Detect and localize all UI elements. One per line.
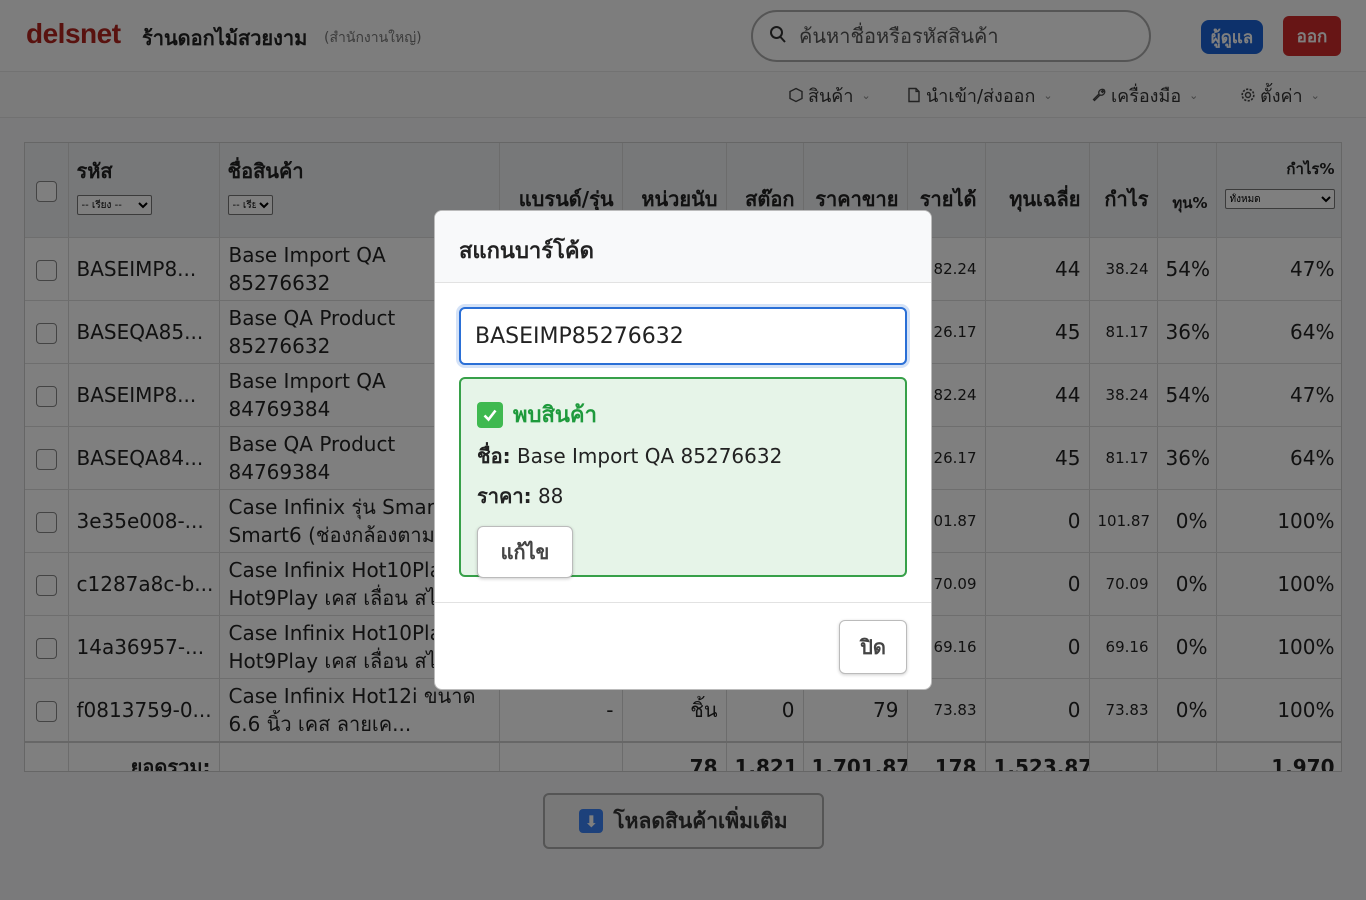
modal-body: พบสินค้า ชื่อ: Base Import QA 85276632 ร… bbox=[435, 283, 931, 603]
modal-header: สแกนบาร์โค้ด bbox=[435, 211, 931, 283]
check-icon bbox=[477, 401, 503, 428]
product-price-line: ราคา: 88 bbox=[477, 480, 889, 512]
barcode-input[interactable] bbox=[459, 307, 907, 365]
name-label: ชื่อ: bbox=[477, 444, 511, 468]
modal-footer: ปิด bbox=[435, 603, 931, 689]
price-label: ราคา: bbox=[477, 484, 532, 508]
edit-button[interactable]: แก้ไข bbox=[477, 526, 573, 578]
modal-title: สแกนบาร์โค้ด bbox=[459, 239, 594, 264]
product-price-value: 88 bbox=[537, 484, 564, 508]
close-button[interactable]: ปิด bbox=[839, 620, 907, 674]
scan-result-box: พบสินค้า ชื่อ: Base Import QA 85276632 ร… bbox=[459, 377, 907, 578]
product-name-line: ชื่อ: Base Import QA 85276632 bbox=[477, 440, 889, 472]
found-status: พบสินค้า bbox=[477, 397, 889, 432]
barcode-scan-modal: สแกนบาร์โค้ด พบสินค้า ชื่อ: Base Import … bbox=[434, 210, 932, 690]
product-name-value: Base Import QA 85276632 bbox=[516, 444, 783, 468]
found-label: พบสินค้า bbox=[513, 403, 598, 428]
